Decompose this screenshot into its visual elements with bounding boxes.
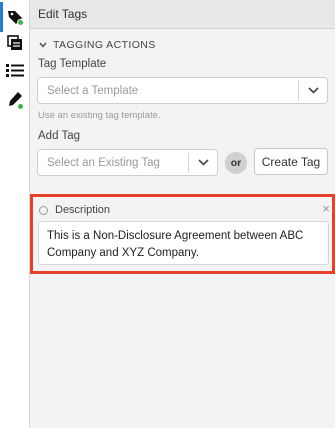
create-tag-button[interactable]: Create Tag (254, 148, 328, 175)
tag-template-select[interactable]: Select a Template (37, 77, 328, 104)
tag-template-label: Tag Template (38, 58, 107, 70)
rail-item-list[interactable] (0, 57, 30, 83)
close-icon[interactable]: × (322, 202, 330, 215)
rail-item-documents[interactable] (0, 30, 30, 56)
chevron-down-icon (197, 159, 209, 166)
add-tag-label: Add Tag (38, 130, 80, 142)
status-dot (17, 19, 24, 26)
panel-header: Edit Tags (30, 0, 335, 29)
tag-name: Description (55, 204, 111, 216)
tag-template-placeholder: Select a Template (47, 84, 139, 97)
dropdown-toggle[interactable] (189, 159, 217, 166)
rail-item-edit[interactable] (0, 86, 30, 112)
chevron-down-icon (307, 87, 319, 94)
status-dot (17, 103, 24, 110)
dropdown-toggle[interactable] (299, 87, 327, 94)
tag-card-description: Description × This is a Non-Disclosure A… (30, 194, 335, 274)
section-toggle-tagging-actions[interactable]: TAGGING ACTIONS (39, 39, 156, 51)
tag-header: Description (39, 204, 110, 216)
or-separator: or (225, 152, 247, 174)
rail-item-tags[interactable] (0, 2, 30, 32)
list-icon (6, 64, 24, 77)
panel-title: Edit Tags (38, 7, 88, 21)
section-title: TAGGING ACTIONS (53, 39, 156, 51)
documents-icon (7, 35, 22, 50)
radio-circle-icon[interactable] (39, 205, 48, 215)
edit-tags-panel: Edit Tags TAGGING ACTIONS Tag Template S… (30, 0, 335, 428)
icon-rail (0, 0, 30, 428)
existing-tag-placeholder: Select an Existing Tag (47, 156, 160, 169)
tag-value-field[interactable]: This is a Non-Disclosure Agreement betwe… (38, 221, 329, 265)
tag-template-hint: Use an existing tag template. (38, 110, 161, 121)
chevron-down-icon (39, 42, 47, 48)
existing-tag-select[interactable]: Select an Existing Tag (37, 149, 218, 176)
